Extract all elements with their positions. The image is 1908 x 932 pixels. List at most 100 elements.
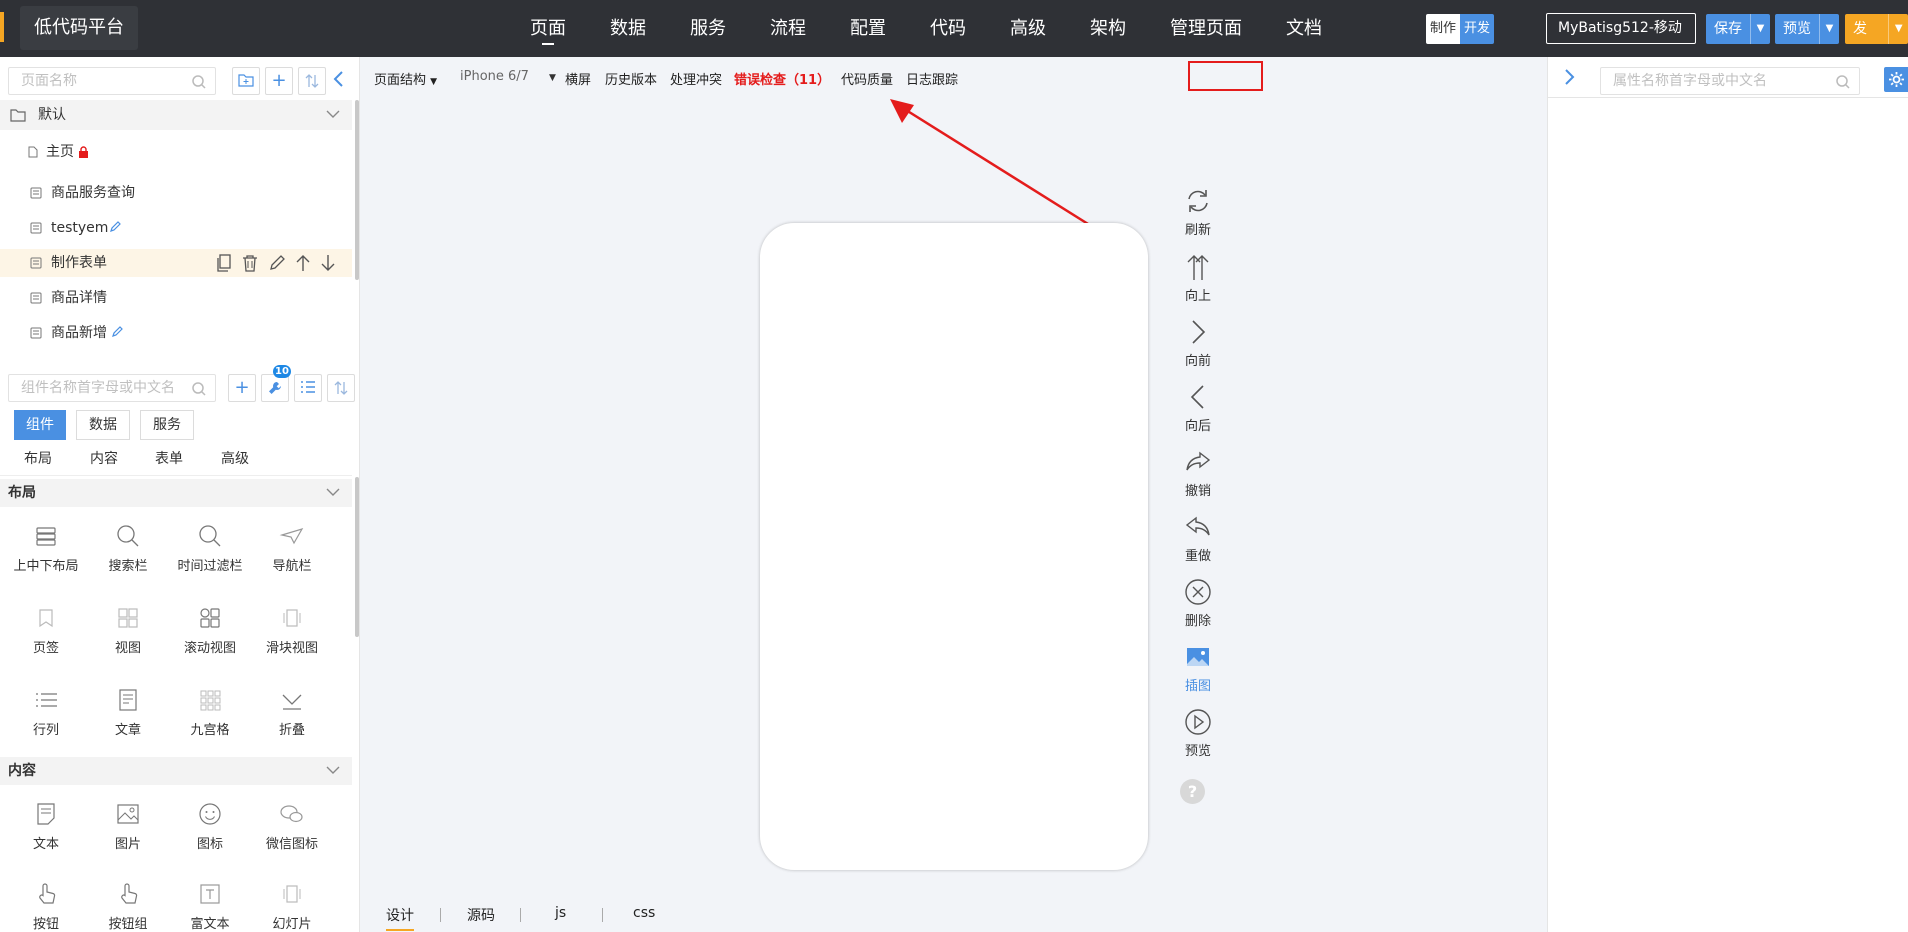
add-page-button[interactable]: + [265,67,293,95]
nav-item-data[interactable]: 数据 [610,0,646,57]
tab-css[interactable]: css [633,905,655,921]
section-layout-header[interactable]: 布局 [0,479,352,507]
component-top-middle-bottom-layout[interactable]: 上中下布局 [4,515,88,585]
component-tabs[interactable]: 页签 [4,597,88,667]
section-content-header[interactable]: 内容 [0,757,352,785]
tab-js[interactable]: js [555,905,566,921]
trash-icon[interactable] [241,254,259,272]
publish-button[interactable]: 发布 [1845,14,1888,44]
tab-components[interactable]: 组件 [14,410,66,440]
component-row-column[interactable]: 行列 [4,679,88,749]
page-item-testyem[interactable]: testyem [0,214,352,242]
preview-play-button[interactable]: 预览 [1166,708,1230,759]
property-search-input[interactable] [1601,68,1859,94]
redo-button[interactable]: 重做 [1166,513,1230,564]
preview-dropdown-icon[interactable]: ▼ [1819,14,1839,44]
component-slider-view[interactable]: 滑块视图 [250,597,334,667]
subtab-form[interactable]: 表单 [155,447,183,471]
mode-make-button[interactable]: 制作 [1426,14,1460,44]
insert-image-button[interactable]: 插图 [1166,643,1230,694]
expand-right-button[interactable] [1562,67,1582,91]
component-nine-grid[interactable]: 九宫格 [168,679,252,749]
tab-source[interactable]: 源码 [467,905,495,925]
page-group-default[interactable]: 默认 [0,100,352,130]
nav-item-architecture[interactable]: 架构 [1090,0,1126,57]
tab-design[interactable]: 设计 [386,905,414,931]
mode-dev-button[interactable]: 开发 [1460,14,1494,44]
subtab-advanced[interactable]: 高级 [221,447,249,471]
collapse-left-button[interactable] [332,69,352,93]
component-wechat-icon[interactable]: 微信图标 [250,793,334,863]
sort-pages-button[interactable] [298,67,326,95]
page-list-scrollbar[interactable] [355,100,359,280]
nav-item-page[interactable]: 页面 [530,0,566,57]
subtab-layout[interactable]: 布局 [24,447,52,471]
nav-item-service[interactable]: 服务 [690,0,726,57]
copy-icon[interactable] [216,254,232,272]
component-button[interactable]: 按钮 [4,873,88,932]
save-dropdown-icon[interactable]: ▼ [1750,14,1770,44]
app-logo[interactable]: 低代码平台 [20,6,138,50]
tab-data[interactable]: 数据 [76,410,130,440]
forward-button[interactable]: 向前 [1166,318,1230,369]
component-nav-bar[interactable]: 导航栏 [250,515,334,585]
component-view[interactable]: 视图 [86,597,170,667]
nav-item-advanced[interactable]: 高级 [1010,0,1046,57]
phone-preview-frame[interactable] [760,223,1148,870]
page-item-product-add[interactable]: 商品新增 [0,319,352,347]
arrow-up-icon[interactable] [295,254,311,272]
delete-button[interactable]: 删除 [1166,578,1230,629]
component-rich-text[interactable]: 富文本 [168,873,252,932]
edit-icon[interactable] [268,254,286,272]
subtab-content[interactable]: 内容 [90,447,118,471]
chevron-left-icon [333,71,343,87]
nav-item-config[interactable]: 配置 [850,0,886,57]
tools-button[interactable] [261,374,289,402]
nav-item-code[interactable]: 代码 [930,0,966,57]
settings-button[interactable] [1884,67,1908,92]
page-search-input[interactable] [9,68,215,94]
code-quality-button[interactable]: 代码质量 [841,69,893,88]
component-search-bar[interactable]: 搜索栏 [86,515,170,585]
page-item-home[interactable]: 主页 [0,138,352,166]
save-button[interactable]: 保存 [1706,14,1750,44]
list-view-button[interactable] [294,374,322,402]
add-component-button[interactable]: + [228,374,256,402]
page-item-make-form[interactable]: 制作表单 [0,249,352,277]
tab-services[interactable]: 服务 [140,410,194,440]
undo-button[interactable]: 撤销 [1166,448,1230,499]
component-carousel[interactable]: 幻灯片 [250,873,334,932]
device-select[interactable]: iPhone 6/7 ▼ [460,69,556,84]
nav-item-flow[interactable]: 流程 [770,0,806,57]
component-button-group[interactable]: 按钮组 [86,873,170,932]
component-list-scrollbar[interactable] [355,477,359,637]
arrow-down-icon[interactable] [320,254,336,272]
add-folder-button[interactable] [232,67,260,95]
error-check-button[interactable]: 错误检查（11） [734,69,830,88]
component-article[interactable]: 文章 [86,679,170,749]
help-icon[interactable]: ? [1180,779,1205,804]
component-image[interactable]: 图片 [86,793,170,863]
component-scroll-view[interactable]: 滚动视图 [168,597,252,667]
landscape-button[interactable]: 横屏 [565,69,591,88]
component-search-input[interactable] [9,375,215,401]
nav-item-docs[interactable]: 文档 [1286,0,1322,57]
refresh-button[interactable]: 刷新 [1166,187,1230,238]
component-text[interactable]: 文本 [4,793,88,863]
log-trace-button[interactable]: 日志跟踪 [906,69,958,88]
page-item-product-detail[interactable]: 商品详情 [0,284,352,312]
component-time-filter-bar[interactable]: 时间过滤栏 [168,515,252,585]
back-button[interactable]: 向后 [1166,383,1230,434]
page-structure-dropdown[interactable]: 页面结构 ▼ [374,69,437,88]
component-icon[interactable]: 图标 [168,793,252,863]
preview-button[interactable]: 预览 [1775,14,1819,44]
move-up-button[interactable]: 向上 [1166,253,1230,304]
sort-components-button[interactable] [327,374,355,402]
component-collapse[interactable]: 折叠 [250,679,334,749]
history-versions-button[interactable]: 历史版本 [605,69,657,88]
project-select[interactable]: MyBatisg512-移动 [1546,13,1696,44]
nav-item-admin-pages[interactable]: 管理页面 [1170,0,1242,57]
page-item-product-service-query[interactable]: 商品服务查询 [0,179,352,207]
publish-dropdown-icon[interactable]: ▼ [1888,14,1908,44]
resolve-conflict-button[interactable]: 处理冲突 [670,69,722,88]
